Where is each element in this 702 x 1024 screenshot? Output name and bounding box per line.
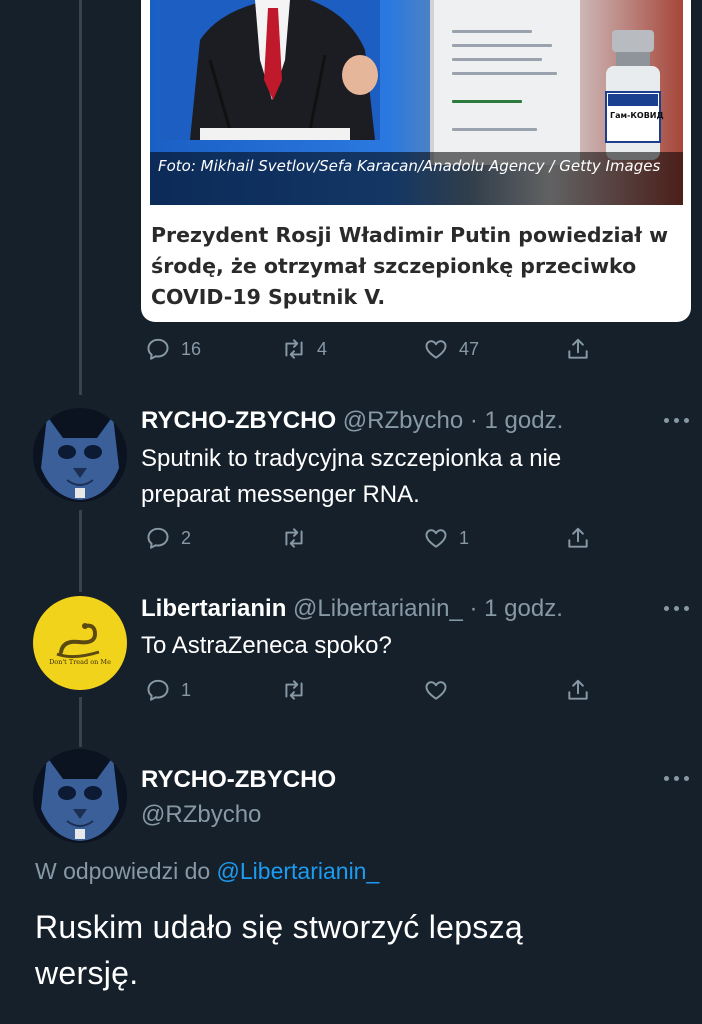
svg-text:Гам-КОВИД-Вак: Гам-КОВИД-Вак (610, 111, 664, 120)
reply1-text: Sputnik to tradycyjna szczepionka a nie … (141, 445, 562, 508)
more-icon[interactable] (664, 606, 690, 614)
like-icon (425, 340, 447, 359)
article-title: Prezydent Rosji Władimir Putin powiedzia… (151, 223, 669, 309)
thread-line-top (79, 0, 82, 395)
gadsden-avatar-image: Don't Tread on Me (33, 596, 127, 690)
reply2-header: Libertarianin @Libertarianin_ · 1 godz. (141, 595, 563, 623)
more-icon[interactable] (664, 776, 690, 784)
retweet-icon (285, 528, 303, 548)
like-button[interactable] (423, 677, 449, 703)
thread-line-low (79, 697, 82, 747)
like-button[interactable]: 1 (423, 525, 469, 551)
reply-count: 1 (181, 679, 192, 700)
reply-icon (147, 679, 169, 701)
retweet-icon (285, 339, 303, 359)
share-button[interactable] (565, 336, 591, 362)
avatar-rycho-main[interactable] (33, 749, 127, 843)
reply2-handle-time[interactable]: @Libertarianin_ · 1 godz. (293, 595, 563, 622)
reply1-display-name[interactable]: RYCHO-ZBYCHO (141, 407, 336, 434)
svg-text:Don't Tread on Me: Don't Tread on Me (49, 658, 111, 666)
like-count: 1 (459, 527, 470, 548)
like-button[interactable]: 47 (423, 336, 479, 362)
reply-count: 2 (181, 527, 192, 548)
reply-icon (147, 338, 169, 360)
retweet-button[interactable]: 4 (281, 336, 327, 362)
reply2-text: To AstraZeneca spoko? (141, 632, 392, 659)
share-button[interactable] (565, 677, 591, 703)
like-count: 47 (459, 338, 480, 359)
avatar-rycho[interactable] (33, 408, 127, 502)
main-display-name[interactable]: RYCHO-ZBYCHO (141, 766, 336, 794)
image-caption: Foto: Mikhail Svetlov/Sefa Karacan/Anado… (150, 152, 683, 205)
avatar-libertarianin[interactable]: Don't Tread on Me (33, 596, 127, 690)
retweet-button[interactable] (281, 525, 307, 551)
reply1-actions: 2 1 (141, 525, 601, 555)
retweet-icon (285, 680, 303, 700)
cat-avatar-image (33, 408, 127, 502)
main-name-text: RYCHO-ZBYCHO (141, 766, 337, 793)
vaccine-box (430, 0, 580, 165)
speaker-illustration (160, 0, 380, 140)
main-tweet-text: Ruskim udało się stworzyć lepszą wersję. (35, 909, 523, 991)
reply-button[interactable]: 1 (145, 677, 191, 703)
reply1-header: RYCHO-ZBYCHO @RZbycho · 1 godz. (141, 407, 563, 435)
reply2-actions: 1 (141, 677, 601, 707)
link-preview-card[interactable]: Гам-КОВИД-Вак Foto: Mikhail Svetlov/Sefa… (141, 0, 691, 322)
thread-line-mid (79, 510, 82, 592)
main-handle[interactable]: @RZbycho (141, 801, 261, 829)
reply-context: W odpowiedzi do @Libertarianin_ (35, 858, 379, 885)
share-button[interactable] (565, 525, 591, 551)
like-icon (425, 681, 447, 700)
reply-context-prefix: W odpowiedzi do (35, 858, 211, 884)
article-image: Гам-КОВИД-Вак Foto: Mikhail Svetlov/Sefa… (150, 0, 683, 205)
retweet-button[interactable] (281, 677, 307, 703)
retweet-count: 4 (317, 338, 328, 359)
reply1-handle-time[interactable]: @RZbycho · 1 godz. (343, 407, 563, 434)
reply-context-user-link[interactable]: @Libertarianin_ (217, 858, 380, 884)
tweet-actions: 16 4 47 (141, 336, 601, 366)
share-icon (568, 527, 588, 548)
share-icon (568, 338, 588, 359)
reply2-display-name[interactable]: Libertarianin (141, 595, 286, 622)
reply-button[interactable]: 2 (145, 525, 191, 551)
share-icon (568, 679, 588, 700)
reply-button[interactable]: 16 (145, 336, 201, 362)
reply-icon (147, 527, 169, 549)
vaccine-vial: Гам-КОВИД-Вак (605, 30, 664, 160)
reply-count: 16 (181, 338, 202, 359)
more-icon[interactable] (664, 418, 690, 426)
cat-avatar-image (33, 749, 127, 843)
like-icon (425, 529, 447, 548)
